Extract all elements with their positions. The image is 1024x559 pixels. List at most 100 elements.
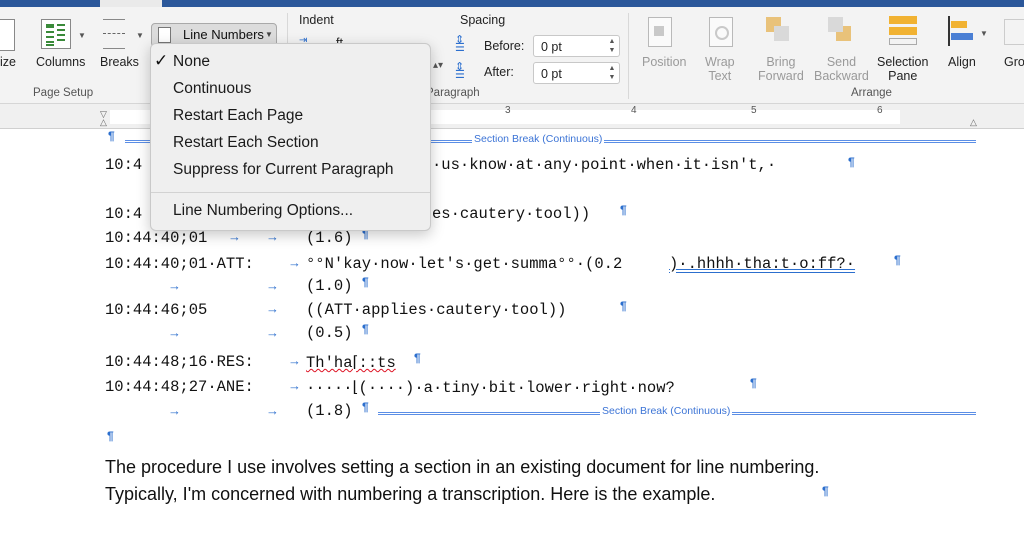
tab-arrow-icon: → <box>288 255 301 270</box>
spacing-label: Spacing <box>460 13 506 27</box>
bring-forward-label-line2: Forward <box>758 69 804 83</box>
tab-arrow-icon: → <box>168 278 181 293</box>
menu-item-restart-each-section[interactable]: Restart Each Section <box>173 134 319 152</box>
ruler-number: 6 <box>877 105 883 116</box>
breaks-button[interactable]: Breaks <box>100 55 139 69</box>
spacing-after-stepper-icon[interactable]: ▲ ▼ <box>607 64 617 82</box>
paragraph-mark: ¶ <box>107 429 114 443</box>
active-ribbon-tab[interactable] <box>100 0 162 7</box>
section-break-label: Section Break (Continuous) <box>600 405 733 417</box>
paragraph-mark: ¶ <box>848 155 855 169</box>
spacing-after-field[interactable]: 0 pt ▲ ▼ <box>533 62 620 84</box>
paragraph-mark: ¶ <box>620 299 627 313</box>
paragraph-mark: ¶ <box>822 484 829 498</box>
transcript-text: (1.0) <box>306 277 353 295</box>
hanging-indent-marker-icon[interactable]: △ <box>100 117 107 128</box>
body-paragraph-line: Typically, I'm concerned with numbering … <box>105 484 716 504</box>
ruler-number: 4 <box>631 105 637 116</box>
spacing-before-icon: ⇕ ☰ <box>455 34 465 54</box>
menu-item-none[interactable]: None <box>173 53 210 71</box>
transcript-timestamp: 10:44:40;01·ATT: <box>105 255 254 273</box>
transcript-text: °°N'kay·now·let's·get·summa°°·(0.2 <box>306 255 623 273</box>
wrap-text-icon[interactable] <box>709 17 733 47</box>
transcript-timestamp: 10:44:46;05 <box>105 301 208 319</box>
position-button[interactable]: Position <box>642 55 686 69</box>
send-backward-icon[interactable] <box>828 17 852 43</box>
transcript-timestamp: 10:44:48;16·RES: <box>105 353 254 371</box>
columns-icon[interactable] <box>41 19 71 49</box>
tab-arrow-icon: → <box>168 403 181 418</box>
right-indent-marker-icon[interactable]: △ <box>970 117 977 128</box>
menu-item-restart-each-page[interactable]: Restart Each Page <box>173 107 303 125</box>
paragraph-mark: ¶ <box>750 376 757 390</box>
paragraph-mark: ¶ <box>108 129 115 143</box>
transcript-text: ((ATT·applies·cautery·tool)) <box>306 301 567 319</box>
position-icon[interactable] <box>648 17 672 47</box>
paragraph-group-label: Paragraph <box>426 87 480 99</box>
selection-pane-button[interactable]: Selection Pane <box>877 55 928 83</box>
columns-button[interactable]: Columns <box>36 55 85 69</box>
arrange-group-label: Arrange <box>851 87 892 99</box>
ruler-number: 5 <box>751 105 757 116</box>
transcript-text: (1.8) <box>306 402 353 420</box>
tab-arrow-icon: → <box>168 325 181 340</box>
size-icon[interactable] <box>0 19 15 51</box>
transcript-timestamp: 10:44:40;01 <box>105 229 208 247</box>
transcript-text: es·cautery·tool)) <box>432 205 591 223</box>
group-icon[interactable] <box>1004 19 1024 45</box>
transcript-timestamp: 10:4 <box>105 205 143 223</box>
paragraph-mark: ¶ <box>620 203 627 217</box>
spacing-after-icon: ⇕ ☰ <box>455 61 465 81</box>
indent-right-stepper-icon[interactable]: ▴▾ <box>433 60 443 71</box>
bring-forward-icon[interactable] <box>766 17 790 43</box>
breaks-dropdown-arrow-icon[interactable]: ▼ <box>136 29 144 43</box>
paragraph-mark: ¶ <box>362 275 369 289</box>
selection-pane-label-line1: Selection <box>877 55 929 69</box>
wrap-text-button[interactable]: Wrap Text <box>705 55 735 83</box>
ruler-number: 3 <box>505 105 511 116</box>
align-icon[interactable] <box>946 16 973 46</box>
spacing-before-value: 0 pt <box>541 40 562 54</box>
spacing-before-label: Before: <box>484 39 525 53</box>
tab-arrow-icon: → <box>288 353 301 368</box>
tab-arrow-icon: → <box>266 278 279 293</box>
paragraph-mark: ¶ <box>362 400 369 414</box>
menu-separator <box>151 192 430 193</box>
group-button[interactable]: Gro <box>1004 55 1024 69</box>
transcript-text: ·····⌊(····)·a·tiny·bit·lower·right·now? <box>306 379 675 397</box>
wrap-text-label-line1: Wrap <box>705 55 735 69</box>
paragraph-mark: ¶ <box>362 322 369 336</box>
spacing-after-value: 0 pt <box>541 67 562 81</box>
tab-arrow-icon: → <box>266 325 279 340</box>
title-strip <box>0 0 1024 7</box>
transcript-text: (1.6) <box>306 229 353 247</box>
line-numbers-icon <box>158 27 171 43</box>
spacing-before-stepper-icon[interactable]: ▲ ▼ <box>607 37 617 55</box>
menu-item-continuous[interactable]: Continuous <box>173 80 251 98</box>
align-dropdown-arrow-icon[interactable]: ▼ <box>980 27 988 41</box>
transcript-text: Th'ha⌈::ts <box>306 354 396 372</box>
transcript-text: (0.5) <box>306 324 353 342</box>
send-backward-label-line2: Backward <box>814 69 869 83</box>
menu-item-suppress-current-paragraph[interactable]: Suppress for Current Paragraph <box>173 161 394 179</box>
columns-dropdown-arrow-icon[interactable]: ▼ <box>78 29 86 43</box>
paragraph-mark: ¶ <box>414 351 421 365</box>
selection-pane-icon[interactable] <box>889 16 919 46</box>
breaks-icon[interactable] <box>103 19 125 49</box>
size-button[interactable]: ize <box>0 55 16 69</box>
tab-arrow-icon: → <box>228 229 241 244</box>
send-backward-button[interactable]: Send Backward <box>814 55 869 83</box>
transcript-text-overlap: )·.hhhh·tha:t·o:ff?· <box>669 255 856 273</box>
send-backward-label-line1: Send <box>826 55 857 69</box>
bring-forward-button[interactable]: Bring Forward <box>758 55 804 83</box>
transcript-timestamp: 10:4 <box>105 156 143 174</box>
group-divider <box>628 13 629 99</box>
wrap-text-label-line2: Text <box>708 69 732 83</box>
align-button[interactable]: Align <box>948 55 976 69</box>
paragraph-mark: ¶ <box>894 253 901 267</box>
indent-label: Indent <box>299 13 334 27</box>
menu-item-line-numbering-options[interactable]: Line Numbering Options... <box>173 202 353 220</box>
tab-arrow-icon: → <box>266 403 279 418</box>
spacing-before-field[interactable]: 0 pt ▲ ▼ <box>533 35 620 57</box>
tab-arrow-icon: → <box>266 301 279 316</box>
